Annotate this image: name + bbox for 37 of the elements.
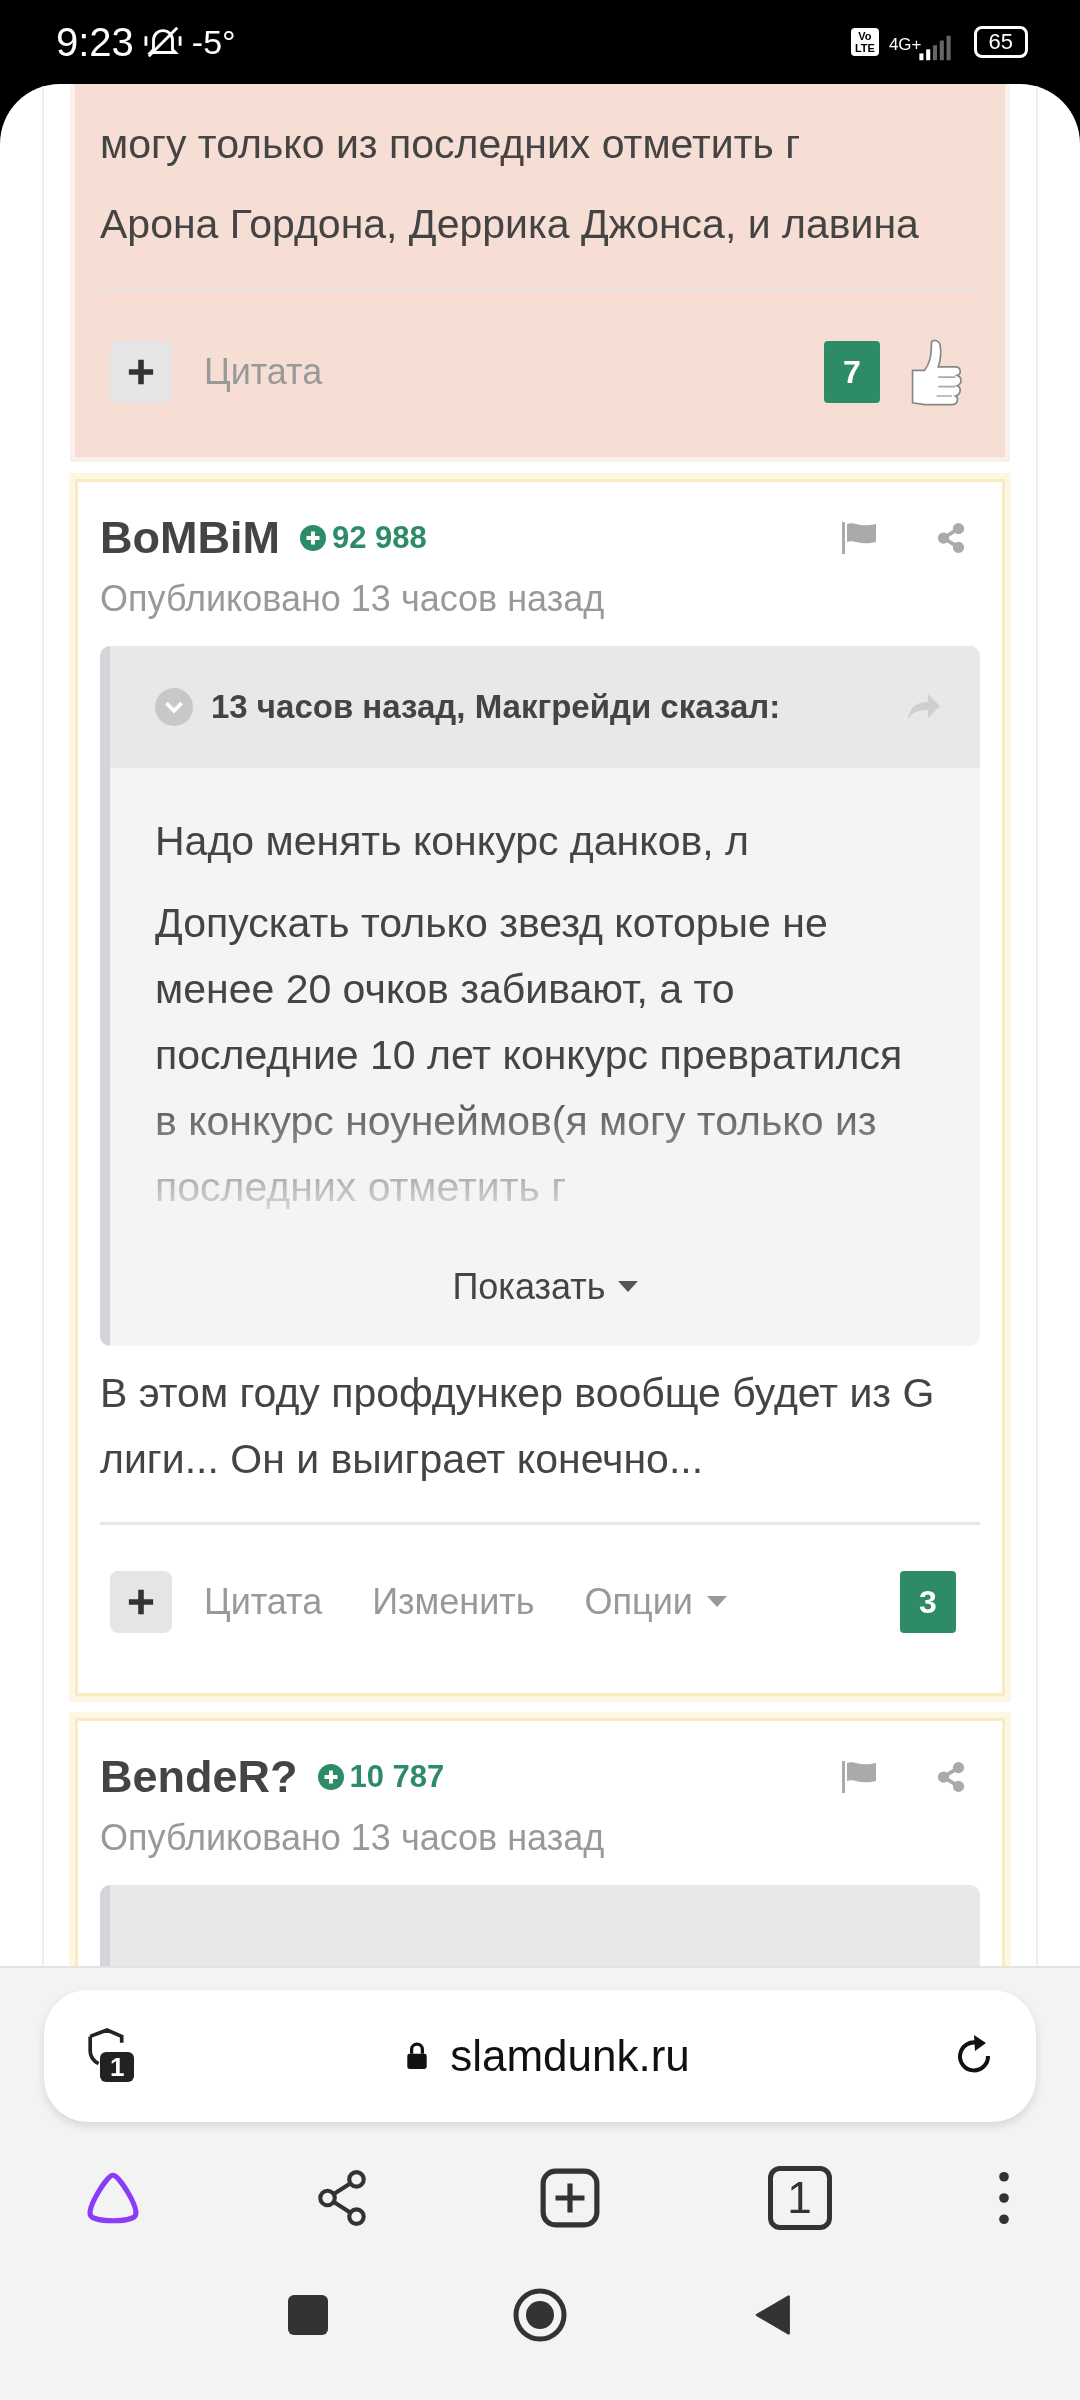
plus-circle-icon bbox=[317, 1764, 344, 1790]
caret-down-icon bbox=[617, 1281, 638, 1293]
address-bar[interactable]: 1 slamdunk.ru bbox=[44, 1990, 1036, 2122]
reaction-count[interactable]: 3 bbox=[900, 1571, 956, 1633]
new-tab-icon[interactable] bbox=[539, 2167, 601, 2229]
more-menu-icon[interactable] bbox=[998, 2169, 1010, 2227]
post-text: В этом году профдункер вообще будет из G лиги... Он и выиграет конечно... bbox=[100, 1369, 936, 1484]
multiquote-button[interactable] bbox=[110, 341, 172, 403]
multiquote-button[interactable] bbox=[110, 1571, 172, 1633]
post-text: Арона Гордона, Деррика Джонса, и лавина bbox=[100, 200, 920, 249]
publish-date: Опубликовано 13 часов назад bbox=[100, 1817, 606, 1859]
recents-icon[interactable] bbox=[288, 2295, 328, 2335]
publish-date: Опубликовано 13 часов назад bbox=[100, 578, 606, 620]
lock-icon bbox=[406, 2042, 429, 2070]
url-text[interactable]: slamdunk.ru bbox=[450, 2031, 690, 2081]
tabs-count-button[interactable]: 1 bbox=[767, 2166, 832, 2230]
quote-text: Допускать только звезд которые не менее 20 очков забивают, а то последние 10 лет конкурс превратился в конкурс ноунеймов(я могу только из последних отметить г bbox=[155, 899, 904, 1212]
quote-citation: 13 часов назад, Макгрейди сказал: bbox=[211, 688, 781, 726]
plus-circle-icon bbox=[299, 525, 326, 551]
author-name[interactable]: BendeR? bbox=[100, 1751, 298, 1803]
reaction-count[interactable]: 7 bbox=[824, 341, 880, 403]
reputation-count: 92 988 bbox=[331, 520, 427, 556]
battery-indicator: 65 bbox=[973, 26, 1028, 58]
status-temperature: -5° bbox=[191, 22, 236, 62]
quote-text: Надо менять конкурс данков, л bbox=[155, 817, 750, 866]
caret-down-icon bbox=[706, 1596, 727, 1608]
tracker-count-badge: 1 bbox=[100, 2052, 135, 2082]
post-text: могу только из последних отметить г bbox=[100, 120, 802, 169]
network-type: 4G+ bbox=[888, 35, 922, 55]
volte-badge: Vo LTE bbox=[850, 28, 879, 56]
plus-icon bbox=[127, 358, 155, 386]
show-more-button[interactable]: Показать bbox=[444, 1262, 646, 1312]
plus-icon bbox=[127, 1588, 155, 1616]
home-icon[interactable] bbox=[513, 2288, 567, 2342]
author-name[interactable]: BoMBiM bbox=[100, 512, 280, 564]
reputation-count: 10 787 bbox=[349, 1759, 445, 1795]
status-time: 9:23 bbox=[56, 19, 134, 65]
